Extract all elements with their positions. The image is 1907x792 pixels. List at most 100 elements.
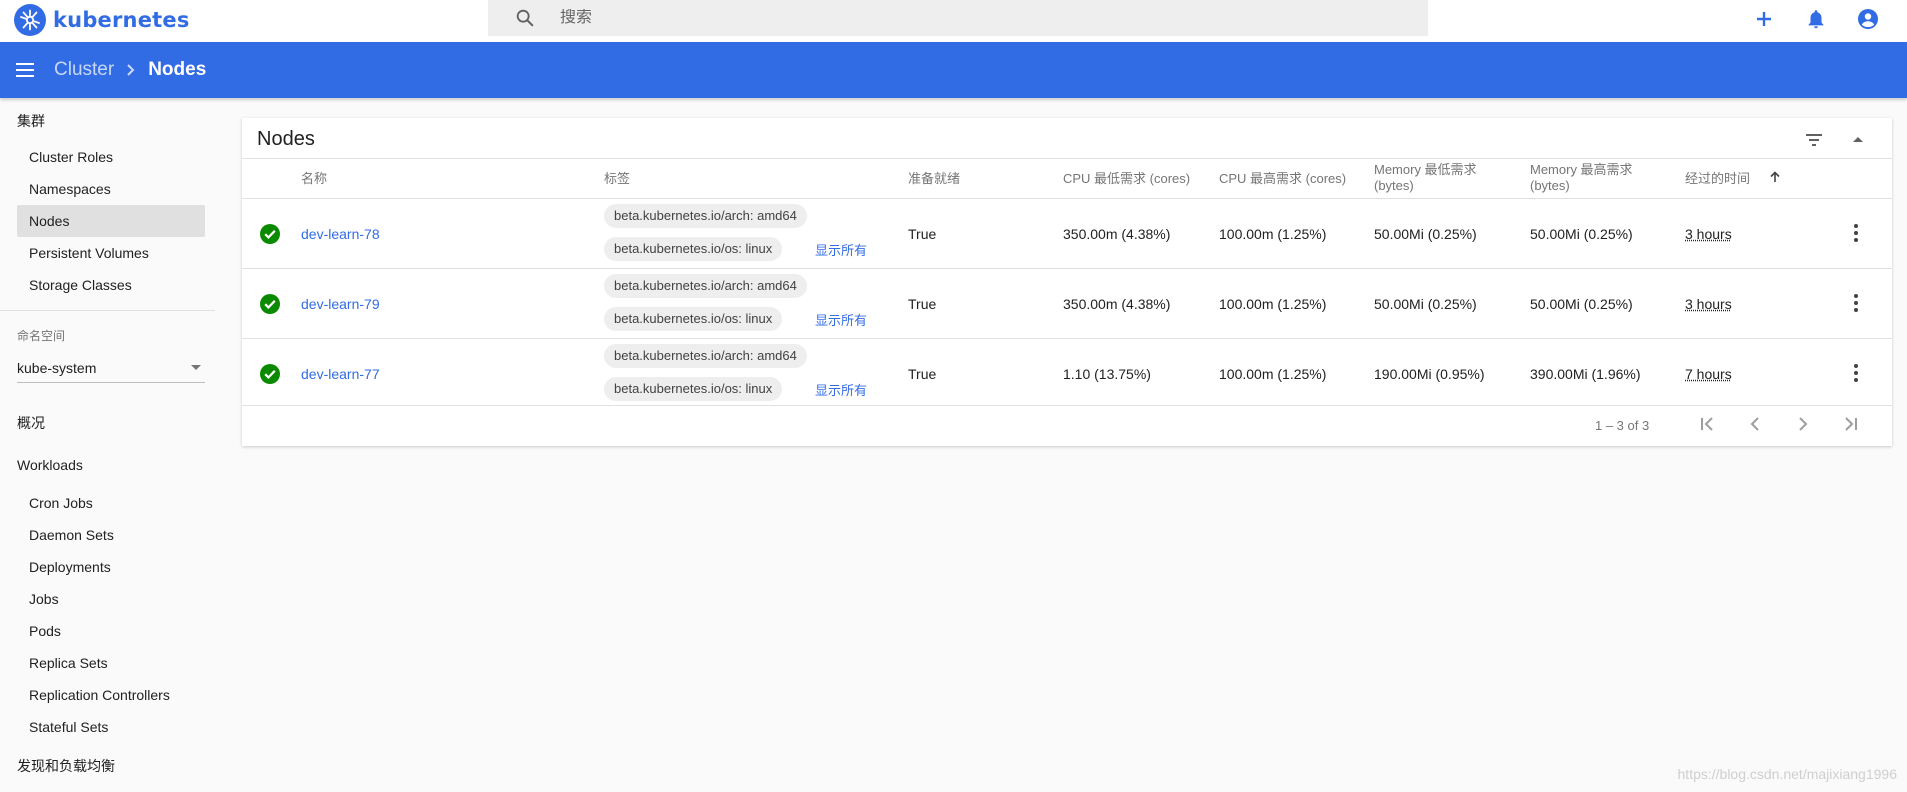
check-circle-icon xyxy=(260,294,280,314)
last-page-icon[interactable] xyxy=(1839,412,1863,436)
label-chip: beta.kubernetes.io/arch: amd64 xyxy=(604,274,807,298)
account-icon[interactable] xyxy=(1855,6,1881,32)
label-chip: beta.kubernetes.io/arch: amd64 xyxy=(604,204,807,228)
col-header-memory-limits-line2: (bytes) xyxy=(1530,178,1570,193)
previous-page-icon[interactable] xyxy=(1743,412,1767,436)
table-row: dev-learn-79 beta.kubernetes.io/arch: am… xyxy=(242,269,1892,338)
ready-cell: True xyxy=(908,366,937,382)
sidebar-item-nodes[interactable]: Nodes xyxy=(17,205,205,237)
col-header-memory-limits-line1: Memory 最高需求 xyxy=(1530,162,1633,177)
age-cell: 3 hours xyxy=(1685,226,1732,242)
age-cell: 3 hours xyxy=(1685,296,1732,312)
kubernetes-logo-icon xyxy=(14,4,46,36)
memory-limits-cell: 390.00Mi (1.96%) xyxy=(1530,366,1641,382)
cpu-requests-cell: 350.00m (4.38%) xyxy=(1063,296,1171,312)
age-cell: 7 hours xyxy=(1685,366,1732,382)
table-row: dev-learn-78 beta.kubernetes.io/arch: am… xyxy=(242,199,1892,268)
label-chip: beta.kubernetes.io/arch: amd64 xyxy=(604,344,807,368)
card-tools xyxy=(1782,128,1870,152)
add-icon[interactable] xyxy=(1751,6,1777,32)
row-divider xyxy=(242,405,1892,406)
logo-text: kubernetes xyxy=(53,8,190,32)
table-row: dev-learn-77 beta.kubernetes.io/arch: am… xyxy=(242,339,1892,408)
node-name-link[interactable]: dev-learn-78 xyxy=(301,226,380,242)
col-header-cpu-requests[interactable]: CPU 最低需求 (cores) xyxy=(1063,171,1190,187)
search-input[interactable] xyxy=(560,9,1360,27)
sidebar-section-cluster[interactable]: 集群 xyxy=(17,111,45,131)
check-circle-icon xyxy=(260,224,280,244)
top-actions xyxy=(1751,6,1907,32)
sidebar-item-namespaces[interactable]: Namespaces xyxy=(17,173,205,205)
pagination-range: 1 – 3 of 3 xyxy=(1595,418,1650,433)
label-chip: beta.kubernetes.io/os: linux xyxy=(604,307,783,331)
col-header-name[interactable]: 名称 xyxy=(301,171,327,187)
sidebar-item-pods[interactable]: Pods xyxy=(17,615,205,647)
col-header-memory-limits[interactable]: Memory 最高需求 (bytes) xyxy=(1530,162,1633,194)
namespace-value: kube-system xyxy=(17,360,97,376)
cpu-requests-cell: 350.00m (4.38%) xyxy=(1063,226,1171,242)
sidebar-item-replica-sets[interactable]: Replica Sets xyxy=(17,647,205,679)
sidebar-item-cron-jobs[interactable]: Cron Jobs xyxy=(17,487,205,519)
label-chip: beta.kubernetes.io/os: linux xyxy=(604,377,783,401)
page-header: Cluster Nodes xyxy=(0,42,1907,98)
show-all-labels-link[interactable]: 显示所有 xyxy=(815,310,867,329)
watermark-text: https://blog.csdn.net/majixiang1996 xyxy=(1677,766,1897,782)
breadcrumb-cluster[interactable]: Cluster xyxy=(54,59,114,81)
top-bar: kubernetes xyxy=(0,0,1907,42)
card-title: Nodes xyxy=(257,128,315,150)
notifications-icon[interactable] xyxy=(1803,6,1829,32)
sidebar-item-stateful-sets[interactable]: Stateful Sets xyxy=(17,711,205,743)
collapse-arrow-icon[interactable] xyxy=(1846,128,1870,152)
col-header-memory-requests-line1: Memory 最低需求 xyxy=(1374,162,1477,177)
cpu-limits-cell: 100.00m (1.25%) xyxy=(1219,366,1327,382)
memory-requests-cell: 50.00Mi (0.25%) xyxy=(1374,296,1477,312)
namespace-label: 命名空间 xyxy=(17,329,66,343)
filter-icon[interactable] xyxy=(1802,128,1826,152)
card-divider xyxy=(242,158,1892,159)
check-circle-icon xyxy=(260,364,280,384)
col-header-memory-requests[interactable]: Memory 最低需求 (bytes) xyxy=(1374,162,1477,194)
show-all-labels-link[interactable]: 显示所有 xyxy=(815,240,867,259)
memory-limits-cell: 50.00Mi (0.25%) xyxy=(1530,226,1633,242)
arrow-up-icon[interactable] xyxy=(1768,170,1782,184)
cpu-requests-cell: 1.10 (13.75%) xyxy=(1063,366,1151,382)
node-name-link[interactable]: dev-learn-77 xyxy=(301,366,380,382)
more-vert-icon[interactable] xyxy=(1844,221,1868,245)
sidebar-item-jobs[interactable]: Jobs xyxy=(17,583,205,615)
sidebar-section-discovery[interactable]: 发现和负载均衡 xyxy=(17,756,115,776)
more-vert-icon[interactable] xyxy=(1844,291,1868,315)
show-all-labels-link[interactable]: 显示所有 xyxy=(815,380,867,399)
cpu-limits-cell: 100.00m (1.25%) xyxy=(1219,226,1327,242)
sidebar-item-persistent-volumes[interactable]: Persistent Volumes xyxy=(17,237,205,269)
search-icon[interactable] xyxy=(514,7,536,29)
col-header-cpu-limits[interactable]: CPU 最高需求 (cores) xyxy=(1219,171,1346,187)
col-header-ready[interactable]: 准备就绪 xyxy=(908,171,960,187)
first-page-icon[interactable] xyxy=(1695,412,1719,436)
col-header-memory-requests-line2: (bytes) xyxy=(1374,178,1414,193)
cpu-limits-cell: 100.00m (1.25%) xyxy=(1219,296,1327,312)
sidebar-item-storage-classes[interactable]: Storage Classes xyxy=(17,269,205,301)
dropdown-arrow-icon xyxy=(191,365,201,370)
memory-requests-cell: 190.00Mi (0.95%) xyxy=(1374,366,1485,382)
ready-cell: True xyxy=(908,226,937,242)
menu-icon[interactable] xyxy=(14,59,36,81)
sidebar-section-workloads[interactable]: Workloads xyxy=(17,457,83,473)
nodes-card: Nodes 名称 标签 准备就绪 CPU 最低需求 (cores) CPU 最高… xyxy=(242,118,1892,446)
logo[interactable]: kubernetes xyxy=(14,4,190,36)
sidebar-item-deployments[interactable]: Deployments xyxy=(17,551,205,583)
sidebar-divider xyxy=(0,310,215,311)
memory-limits-cell: 50.00Mi (0.25%) xyxy=(1530,296,1633,312)
label-chip: beta.kubernetes.io/os: linux xyxy=(604,237,783,261)
sidebar-item-overview[interactable]: 概况 xyxy=(17,413,45,433)
more-vert-icon[interactable] xyxy=(1844,361,1868,385)
sidebar: 集群 Cluster Roles Namespaces Nodes Persis… xyxy=(0,98,215,792)
search-bar[interactable] xyxy=(488,0,1428,36)
node-name-link[interactable]: dev-learn-79 xyxy=(301,296,380,312)
namespace-select[interactable]: kube-system xyxy=(17,353,205,383)
sidebar-item-replication-controllers[interactable]: Replication Controllers xyxy=(17,679,205,711)
ready-cell: True xyxy=(908,296,937,312)
col-header-age[interactable]: 经过的时间 xyxy=(1685,171,1750,187)
next-page-icon[interactable] xyxy=(1791,412,1815,436)
sidebar-item-cluster-roles[interactable]: Cluster Roles xyxy=(17,141,205,173)
sidebar-item-daemon-sets[interactable]: Daemon Sets xyxy=(17,519,205,551)
